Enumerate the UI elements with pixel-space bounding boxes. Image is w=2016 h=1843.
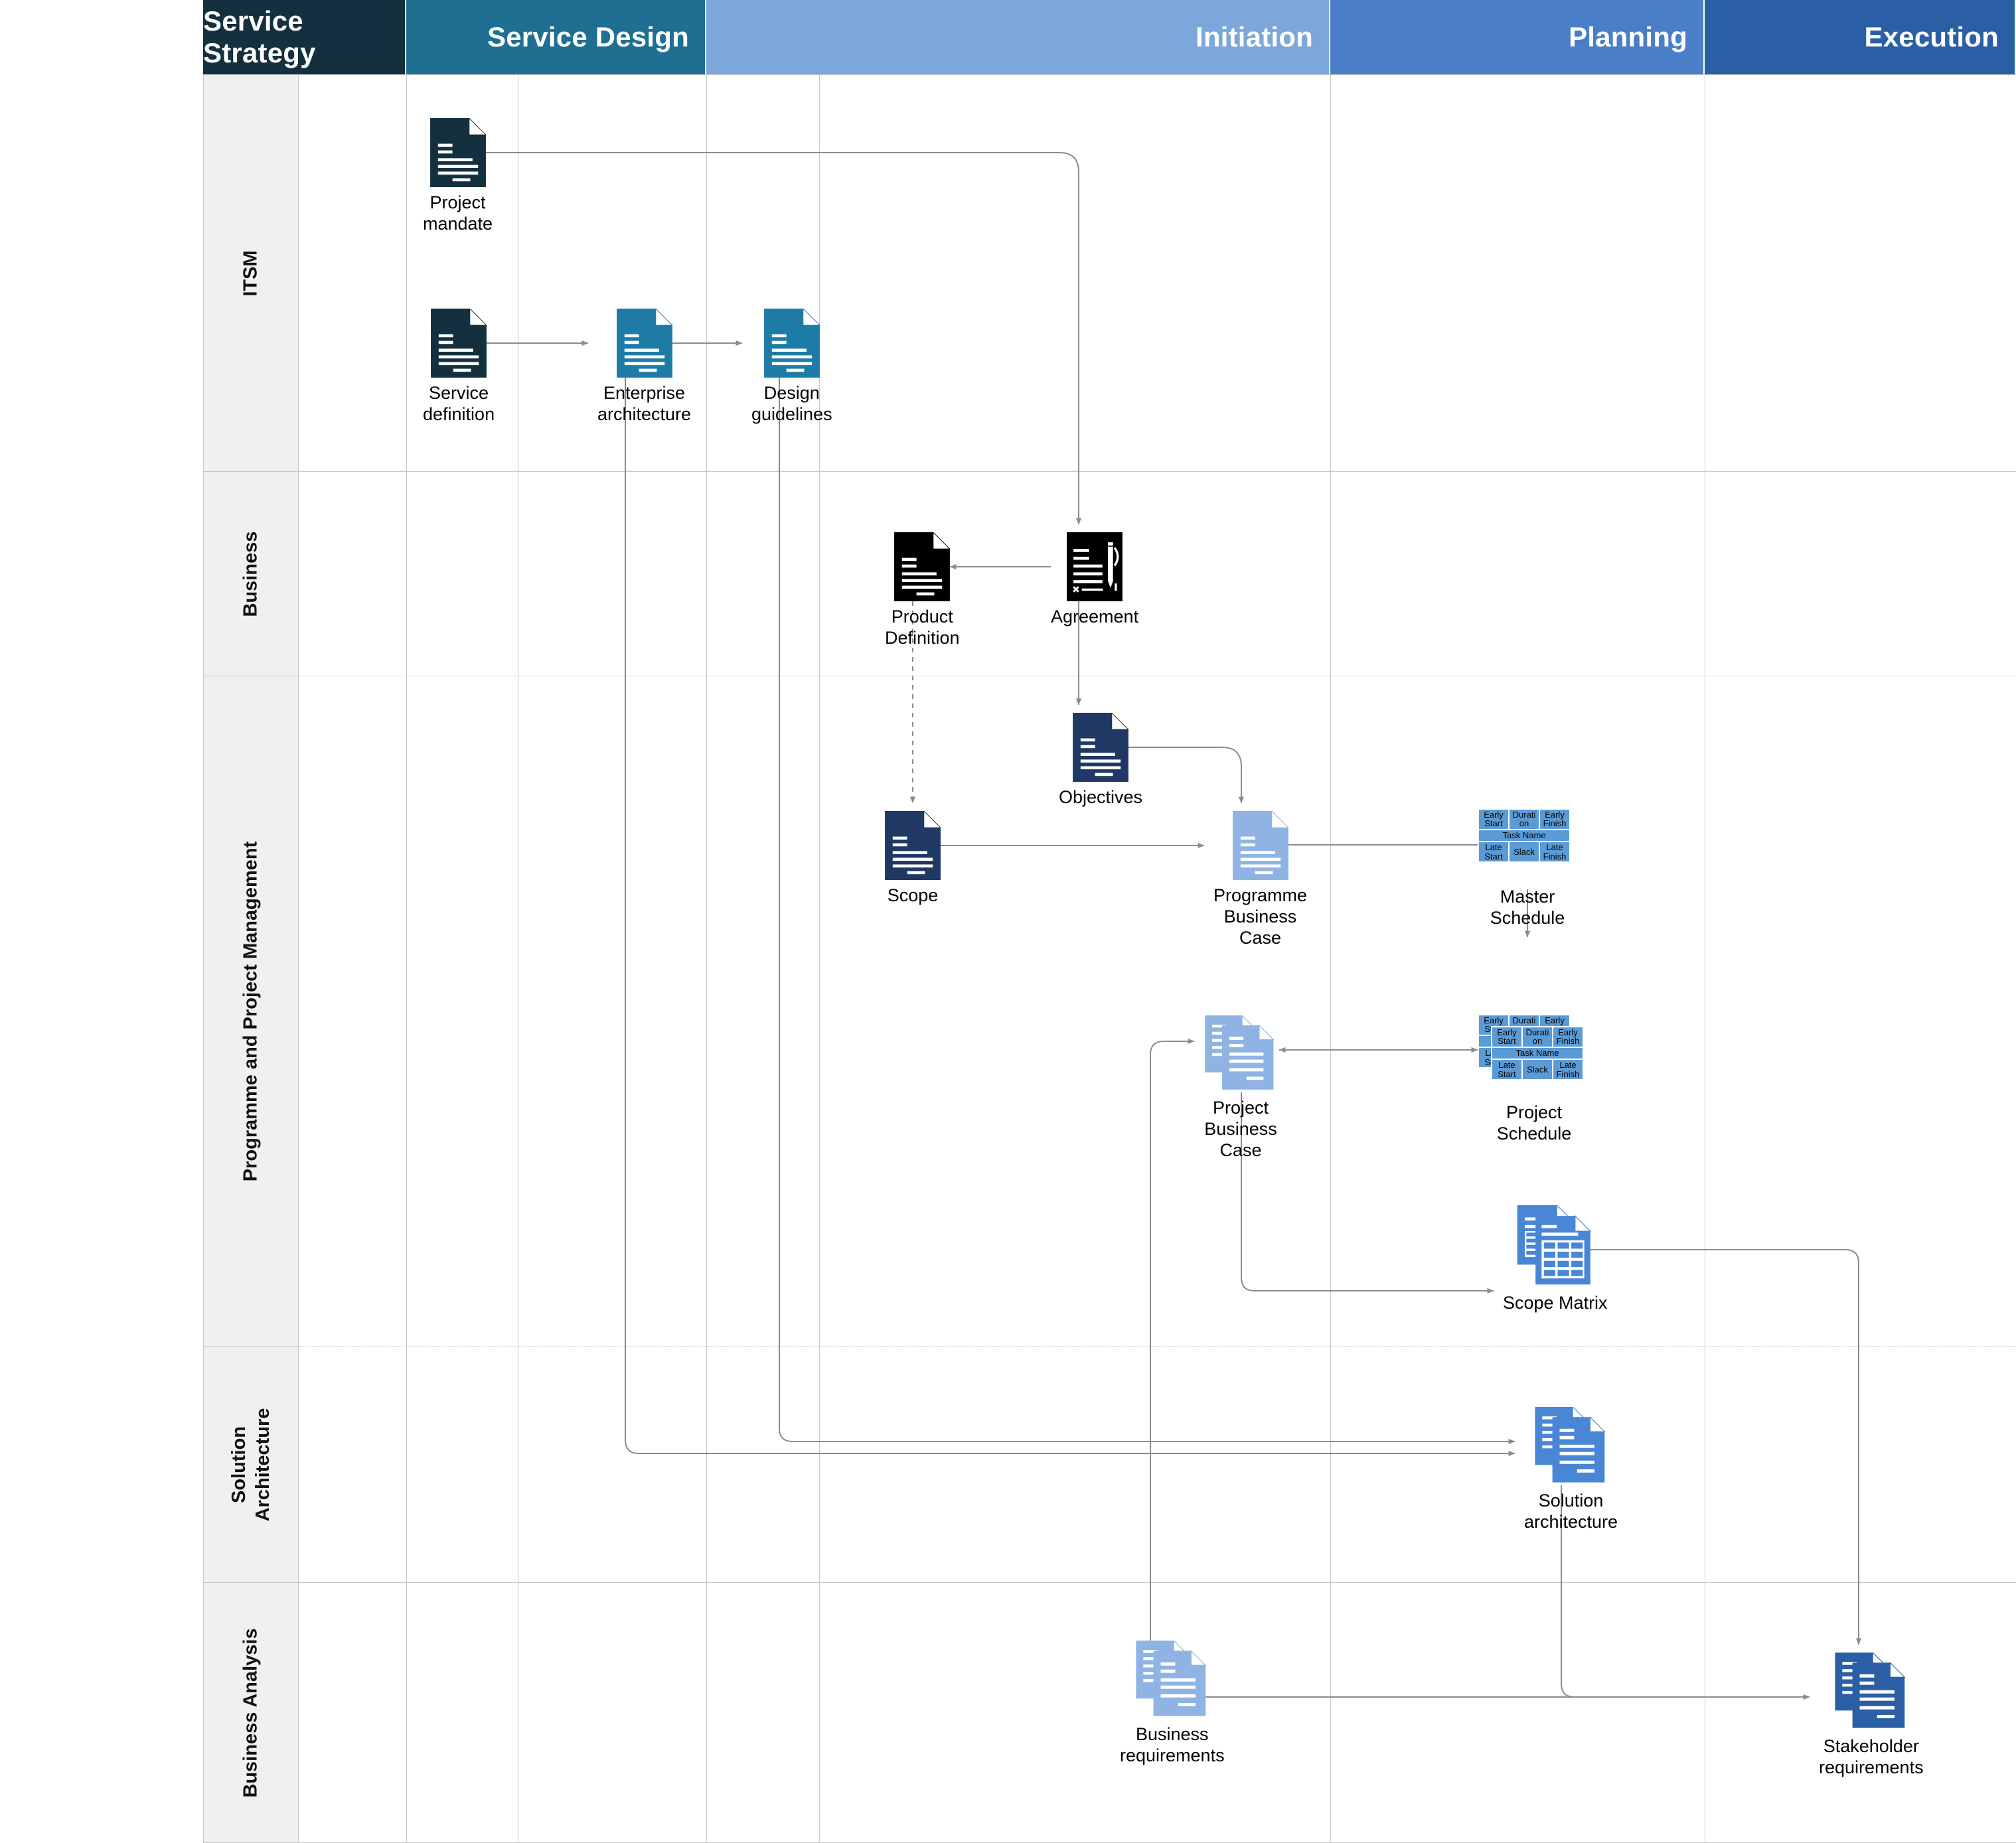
phase-header-label: Execution (1864, 21, 1999, 52)
node-label: Agreement (1051, 607, 1139, 627)
node-label: Product Definition (885, 607, 960, 648)
lane-body-solution-architecture (299, 1347, 2016, 1583)
lane-label-cell-itsm[interactable]: ITSM (203, 74, 299, 472)
column-divider (1330, 74, 1331, 1843)
schedule-cell-task-name: Task Name (1479, 830, 1569, 842)
node-label: Stakeholder requirements (1819, 1736, 1924, 1777)
lane-label-cell-solution-architecture[interactable]: Solution Architecture (203, 1347, 299, 1583)
stacked-document-icon (1534, 1406, 1608, 1485)
schedule-cell-late-finish: Late Finish (1540, 842, 1569, 861)
stacked-document-icon (1135, 1639, 1209, 1719)
document-icon (431, 307, 488, 378)
node-label: Enterprise architecture (597, 383, 692, 424)
schedule-cell-duration: Durati on (1523, 1027, 1552, 1047)
node-scope[interactable]: Scope (885, 810, 942, 907)
phase-header-label: Service Strategy (203, 5, 316, 68)
column-divider (406, 74, 407, 1843)
phase-header-planning[interactable]: Planning (1330, 0, 1705, 74)
node-label: Programme Business Case (1213, 885, 1308, 948)
node-solution_architecture[interactable]: Solution architecture (1524, 1406, 1618, 1533)
node-label: Business requirements (1120, 1724, 1225, 1765)
node-stakeholder_requirements[interactable]: Stakeholder requirements (1819, 1651, 1924, 1779)
lane-label-cell-business[interactable]: Business (203, 472, 299, 676)
schedule-cell-late-finish: Late Finish (1553, 1060, 1583, 1079)
phase-header-service-strategy[interactable]: Service Strategy (203, 0, 406, 74)
node-label: Design guidelines (751, 383, 832, 424)
document-icon (894, 531, 951, 601)
node-label: Master Schedule (1490, 887, 1565, 928)
lane-label-programme-and-project-management: Programme and Project Management (240, 841, 262, 1181)
column-divider (706, 74, 707, 1843)
schedule-cell-slack: Slack (1523, 1060, 1552, 1079)
lane-label-solution-architecture: Solution Architecture (228, 1408, 273, 1521)
stacked-document-icon (1834, 1651, 1908, 1731)
schedule-table: Early StartDurati onEarly FinishTask Nam… (1478, 808, 1571, 863)
schedule-table: Early StartDurati onEarly FinishTask Nam… (1491, 1026, 1584, 1080)
schedule-cell-late-start: Late Start (1479, 842, 1508, 861)
node-label: Project Schedule (1496, 1102, 1572, 1143)
node-label: Project Business Case (1204, 1098, 1277, 1160)
document-icon (616, 307, 673, 378)
schedule-node-icon: Early StartDurati onEarly FinishTask Nam… (1478, 1014, 1590, 1097)
node-product_definition[interactable]: Product Definition (885, 531, 960, 649)
matrix-document-icon (1515, 1204, 1595, 1288)
schedule-cell-early-start: Early Start (1492, 1027, 1521, 1047)
schedule-cell-late-start: Late Start (1492, 1060, 1521, 1079)
node-service_definition[interactable]: Service definition (423, 307, 495, 425)
schedule-cell-task-name: Task Name (1492, 1047, 1583, 1059)
node-label: Scope (887, 885, 939, 905)
lane-label-cell-programme-and-project-management[interactable]: Programme and Project Management (203, 676, 299, 1347)
lane-label-business: Business (240, 531, 262, 617)
lane-body-itsm (299, 74, 2016, 472)
node-agreement[interactable]: Agreement (1051, 532, 1138, 628)
phase-header-label: Planning (1569, 21, 1687, 52)
node-master_schedule[interactable]: Early Start Durati on Early Finish Task Nam… (1478, 808, 1577, 929)
header-left-gap (0, 0, 203, 74)
phase-header-execution[interactable]: Execution (1705, 0, 2016, 74)
schedule-cell-early-finish: Early Finish (1553, 1027, 1583, 1047)
schedule-cell-duration: Durati on (1510, 810, 1539, 829)
node-enterprise_architecture[interactable]: Enterprise architecture (597, 307, 692, 425)
lane-body-programme-and-project-management (299, 676, 2016, 1347)
node-label: Project mandate (423, 192, 493, 234)
lane-label-itsm: ITSM (240, 250, 262, 297)
node-label: Service definition (423, 383, 495, 424)
schedule-cell-early-start: Early Start (1479, 810, 1508, 829)
document-icon (763, 307, 820, 378)
node-design_guidelines[interactable]: Design guidelines (751, 307, 832, 425)
node-scope_matrix[interactable]: Scope Matrix (1503, 1204, 1608, 1314)
schedule-cell-slack: Slack (1510, 842, 1539, 861)
agreement-signature-icon (1067, 532, 1123, 601)
document-icon (1073, 711, 1130, 782)
phase-header-initiation[interactable]: Initiation (706, 0, 1330, 74)
document-icon (429, 117, 487, 187)
schedule-cell-early-finish: Early Finish (1540, 810, 1569, 829)
schedule-node-icon: Early StartDurati onEarly FinishTask Nam… (1478, 808, 1577, 881)
phase-header-label: Service Design (487, 21, 689, 52)
lane-label-cell-business-analysis[interactable]: Business Analysis (203, 1583, 299, 1843)
node-objectives[interactable]: Objectives (1059, 711, 1143, 808)
node-label: Scope Matrix (1503, 1293, 1608, 1313)
phase-header-service-design[interactable]: Service Design (406, 0, 706, 74)
document-icon (885, 810, 942, 880)
node-project_business_case[interactable]: Project Business Case (1203, 1014, 1278, 1161)
node-business_requirements[interactable]: Business requirements (1120, 1639, 1225, 1767)
node-label: Solution architecture (1524, 1491, 1618, 1532)
node-programme_business_case[interactable]: Programme Business Case (1213, 810, 1308, 949)
lane-body-business (299, 472, 2016, 676)
phase-header-label: Initiation (1196, 21, 1313, 52)
node-project_mandate[interactable]: Project mandate (423, 117, 493, 235)
document-icon (1232, 810, 1289, 880)
swimlane-diagram: Service Strategy Service Design Initiation… (0, 0, 2016, 1843)
node-project_schedule[interactable]: Early StartDurati onEarly FinishTask Nam… (1478, 1014, 1590, 1145)
stacked-document-icon (1203, 1014, 1278, 1092)
node-label: Objectives (1059, 787, 1143, 807)
lane-label-business-analysis: Business Analysis (240, 1627, 262, 1798)
